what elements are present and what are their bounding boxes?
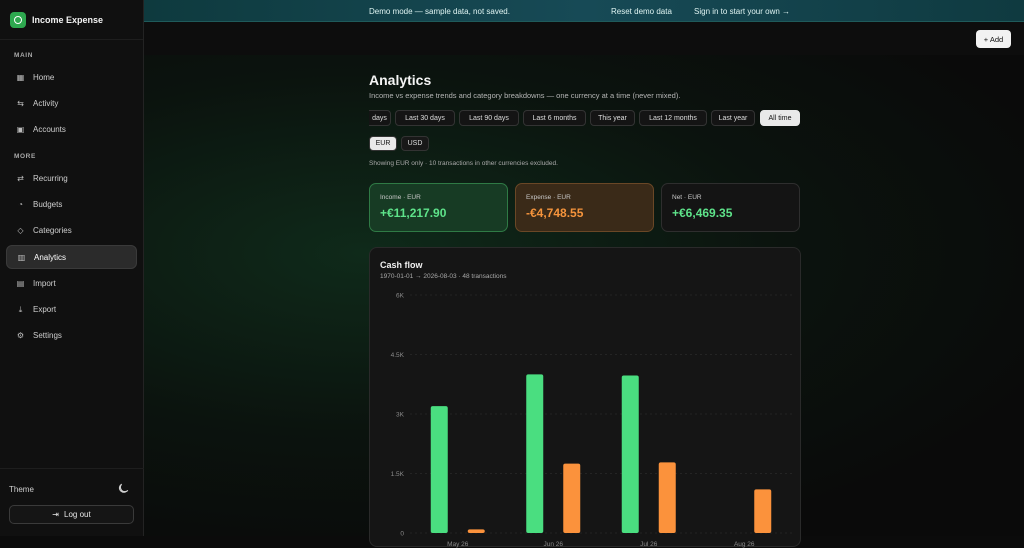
range-chip-last-year[interactable]: Last year xyxy=(711,110,755,126)
topbar: + Add xyxy=(144,22,1024,55)
expense-value: -€4,748.55 xyxy=(526,206,584,220)
grid-icon: ▦ xyxy=(16,72,25,82)
section-label-main: MAIN xyxy=(14,52,34,59)
range-chip-last-6-months[interactable]: Last 6 months xyxy=(523,110,586,126)
sidebar-item-label: Export xyxy=(33,304,57,314)
chart-icon: ▥ xyxy=(17,252,26,262)
page-subtitle: Income vs expense trends and category br… xyxy=(369,91,681,100)
y-tick-label: 0 xyxy=(400,531,404,538)
file-import-icon: ▤ xyxy=(16,278,25,288)
sidebar-item-label: Categories xyxy=(33,225,72,235)
piggy-icon: ◔ xyxy=(18,199,23,209)
bar-expense[interactable] xyxy=(658,462,676,533)
section-label-more: MORE xyxy=(14,153,36,160)
theme-label: Theme xyxy=(9,485,34,494)
sidebar-item-budgets[interactable]: ◔ Budgets xyxy=(6,192,137,216)
sidebar-item-activity[interactable]: ⇆ Activity xyxy=(6,91,137,115)
y-tick-label: 3K xyxy=(396,412,405,419)
income-label: Income · EUR xyxy=(380,194,421,201)
arrows-icon: ⇆ xyxy=(17,98,24,108)
expense-card: Expense · EUR -€4,748.55 xyxy=(515,183,654,232)
cash-flow-card: Cash flow 1970-01-01 → 2026-08-03 · 48 t… xyxy=(369,247,801,548)
currency-note: Showing EUR only · 10 transactions in ot… xyxy=(369,160,558,167)
bar-expense[interactable] xyxy=(754,489,772,533)
main-content: + Add Analytics Income vs expense trends… xyxy=(144,22,1024,548)
range-chip-all-time[interactable]: All time xyxy=(760,110,800,126)
currency-chip-usd[interactable]: USD xyxy=(401,136,429,151)
reset-demo-link[interactable]: Reset demo data xyxy=(611,7,672,16)
y-tick-label: 1.5K xyxy=(391,471,405,478)
moon-icon[interactable] xyxy=(118,483,129,494)
bar-income[interactable] xyxy=(430,406,448,533)
sidebar-item-label: Activity xyxy=(33,98,59,108)
income-value: +€11,217.90 xyxy=(380,206,447,220)
sidebar-item-categories[interactable]: ◇ Categories xyxy=(6,218,137,242)
app-logo-icon xyxy=(10,11,26,28)
sidebar: Income Expense MAIN ▦ Home ⇆ Activity ▣ … xyxy=(0,0,144,536)
brand[interactable]: Income Expense xyxy=(0,0,143,40)
sidebar-item-analytics[interactable]: ▥ Analytics xyxy=(6,245,137,269)
sidebar-item-label: Analytics xyxy=(34,252,67,262)
x-tick-label: Jul 26 xyxy=(640,541,658,548)
sidebar-item-import[interactable]: ▤ Import xyxy=(6,271,137,295)
bar-expense[interactable] xyxy=(563,463,581,533)
download-icon: ⤓ xyxy=(18,304,23,314)
x-tick-label: May 26 xyxy=(447,541,469,548)
net-value: +€6,469.35 xyxy=(672,206,733,220)
bar-income[interactable] xyxy=(621,375,639,533)
y-tick-label: 6K xyxy=(396,293,405,300)
tag-icon: ◇ xyxy=(17,225,24,235)
demo-banner: Demo mode — sample data, not saved. Rese… xyxy=(144,0,1024,22)
income-card: Income · EUR +€11,217.90 xyxy=(369,183,508,232)
signin-link[interactable]: Sign in to start your own → xyxy=(694,7,790,16)
x-tick-label: Aug 26 xyxy=(734,541,755,548)
gear-icon: ⚙ xyxy=(16,330,25,340)
sidebar-item-label: Recurring xyxy=(33,173,68,183)
wallet-icon: ▣ xyxy=(16,124,25,134)
sidebar-item-label: Home xyxy=(33,72,55,82)
range-chip-last-90-days[interactable]: Last 90 days xyxy=(459,110,519,126)
bar-income[interactable] xyxy=(526,374,544,533)
net-card: Net · EUR +€6,469.35 xyxy=(661,183,800,232)
sidebar-item-label: Budgets xyxy=(33,199,63,209)
range-chip-days[interactable]: days xyxy=(369,110,391,126)
sidebar-item-recurring[interactable]: ⇄ Recurring xyxy=(6,166,137,190)
sidebar-item-settings[interactable]: ⚙ Settings xyxy=(6,323,137,347)
app-name: Income Expense xyxy=(32,14,104,25)
currency-chip-eur[interactable]: EUR xyxy=(369,136,397,151)
sidebar-item-label: Settings xyxy=(33,330,62,340)
demo-message: Demo mode — sample data, not saved. xyxy=(369,7,510,16)
sidebar-item-export[interactable]: ⤓ Export xyxy=(6,297,137,321)
logout-icon: ⇥ xyxy=(52,510,59,519)
expense-label: Expense · EUR xyxy=(526,194,571,201)
cash-flow-chart: 0 1.5K 3K 4.5K 6K May 26 Jun 26 Jul 26 Aug 26 xyxy=(391,293,792,548)
range-chip-last-12-months[interactable]: Last 12 months xyxy=(639,110,707,126)
sidebar-item-label: Import xyxy=(33,278,56,288)
bar-expense[interactable] xyxy=(467,529,485,533)
repeat-icon: ⇄ xyxy=(17,173,24,183)
range-chip-this-year[interactable]: This year xyxy=(590,110,635,126)
x-tick-label: Jun 26 xyxy=(543,541,563,548)
net-label: Net · EUR xyxy=(672,194,702,201)
sidebar-item-home[interactable]: ▦ Home xyxy=(6,65,137,89)
logout-button[interactable]: ⇥ Log out xyxy=(9,505,134,524)
range-chip-last-30-days[interactable]: Last 30 days xyxy=(395,110,455,126)
sidebar-item-accounts[interactable]: ▣ Accounts xyxy=(6,117,137,141)
logout-label: Log out xyxy=(64,510,91,519)
sidebar-item-label: Accounts xyxy=(33,124,66,134)
theme-row: Theme xyxy=(0,468,144,508)
y-tick-label: 4.5K xyxy=(391,352,405,359)
add-button[interactable]: + Add xyxy=(976,30,1011,48)
page-title: Analytics xyxy=(369,72,432,88)
